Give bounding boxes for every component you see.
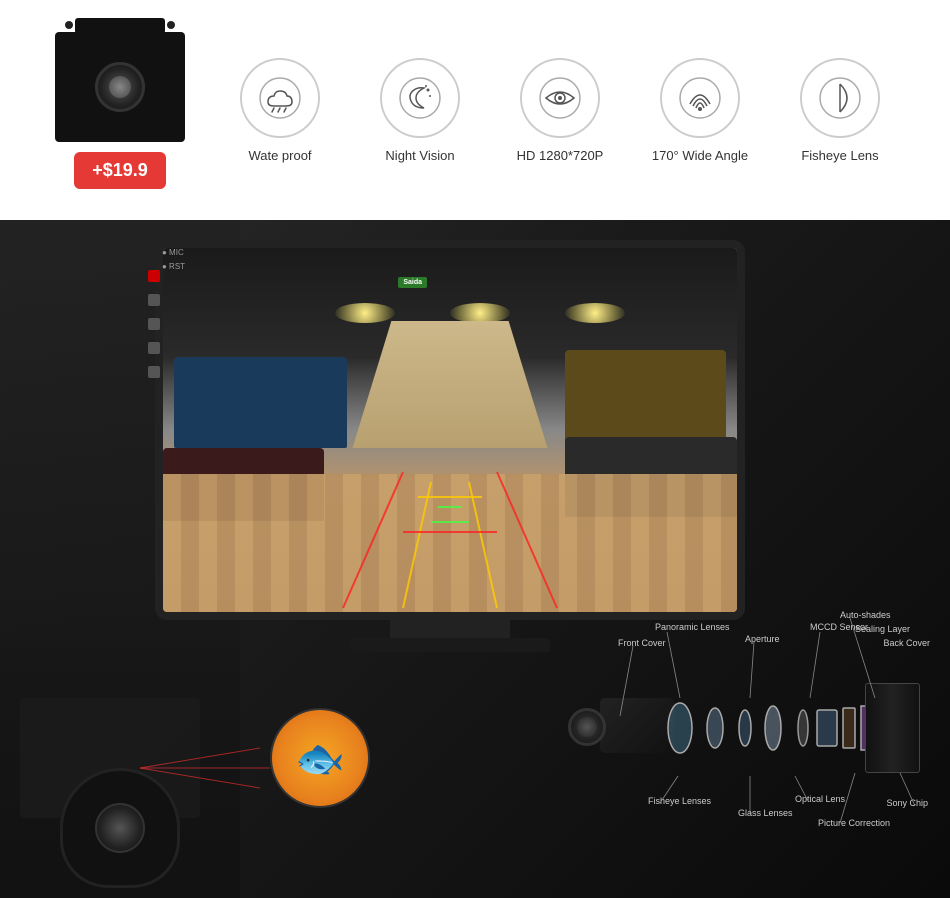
annotation-back-cover: Back Cover xyxy=(883,638,930,648)
top-section: +$19.9 Wate proof xyxy=(0,0,950,220)
lens-elements-svg xyxy=(665,688,885,768)
annotation-panoramic-lenses: Panoramic Lenses xyxy=(655,622,730,632)
annotation-glass-lenses: Glass Lenses xyxy=(738,808,793,818)
annotation-sony-chip: Sony Chip xyxy=(886,798,928,808)
rst-label: ● RST xyxy=(162,262,185,271)
camera-image xyxy=(55,32,185,142)
price-badge[interactable]: +$19.9 xyxy=(74,152,166,189)
annotation-optical-lens: Optical Lens xyxy=(795,794,845,804)
annotation-aperture: Aperture xyxy=(745,634,780,644)
camera-lens-thumb xyxy=(95,62,145,112)
camera-thumbnail-area: +$19.9 xyxy=(30,32,210,189)
diagram-camera-body xyxy=(600,698,675,753)
annotation-front-cover: Front Cover xyxy=(618,638,666,648)
hd-label: HD 1280*720P xyxy=(517,148,604,163)
camera-mount xyxy=(75,18,165,34)
annotation-picture-correction: Picture Correction xyxy=(818,818,890,828)
fisheye-duck-demo: 🐟 xyxy=(270,708,370,808)
monitor-display: Saida xyxy=(155,240,745,620)
feature-night-vision: Night Vision xyxy=(355,58,485,163)
camera-diagram: Panoramic Lenses Aperture MCCD Sensor Au… xyxy=(500,608,930,878)
wide-angle-label: 170° Wide Angle xyxy=(652,148,748,163)
garage-scene: Saida xyxy=(163,248,737,612)
wide-angle-icon xyxy=(660,58,740,138)
home-button[interactable] xyxy=(148,294,160,306)
diagram-back-cover xyxy=(865,683,920,773)
saida-sign: Saida xyxy=(398,277,427,288)
diagram-camera-front-lens xyxy=(568,708,606,746)
feature-wide-angle: 170° Wide Angle xyxy=(635,58,765,163)
monitor-side-buttons xyxy=(148,270,160,378)
night-vision-icon xyxy=(380,58,460,138)
hd-icon xyxy=(520,58,600,138)
features-row: Wate proof Night Vision xyxy=(210,58,910,163)
mic-label: ● MIC xyxy=(162,248,184,257)
night-vision-label: Night Vision xyxy=(385,148,454,163)
feature-fisheye: Fisheye Lens xyxy=(775,58,905,163)
feature-hd: HD 1280*720P xyxy=(495,58,625,163)
feature-waterproof: Wate proof xyxy=(215,58,345,163)
small-camera-bottom xyxy=(60,768,180,888)
annotation-auto-shades: Auto-shades xyxy=(840,610,891,620)
annotation-sealing-layer: Sealing Layer xyxy=(855,624,910,634)
power-button[interactable] xyxy=(148,270,160,282)
fisheye-label: Fisheye Lens xyxy=(801,148,878,163)
fisheye-icon xyxy=(800,58,880,138)
vol-up-button[interactable] xyxy=(148,342,160,354)
waterproof-icon xyxy=(240,58,320,138)
vol-down-button[interactable] xyxy=(148,366,160,378)
waterproof-label: Wate proof xyxy=(248,148,311,163)
bottom-section: Saida xyxy=(0,220,950,898)
annotation-fisheye-lenses: Fisheye Lenses xyxy=(648,796,711,806)
nav-button[interactable] xyxy=(148,318,160,330)
